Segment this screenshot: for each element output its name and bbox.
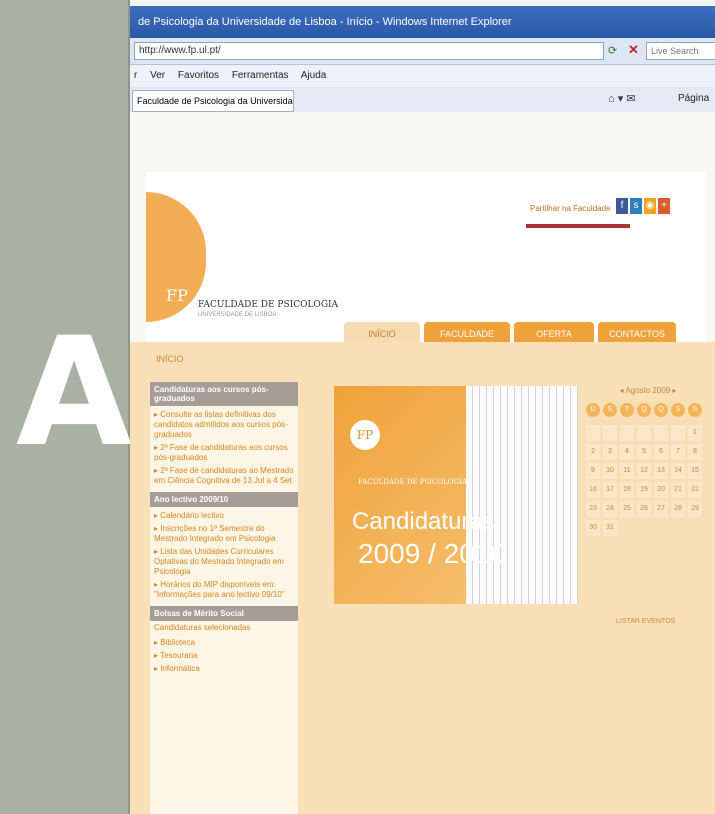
calendar-month: ◂ Agosto 2009 ▸ [619,386,677,395]
calendar-day[interactable]: 14 [671,463,685,479]
calendar-day[interactable]: 19 [637,482,651,498]
sidebar-heading: Candidaturas aos cursos pós-graduados [150,382,298,406]
calendar-day[interactable]: 28 [671,501,685,517]
calendar-weekday: T [620,403,634,417]
calendar-day[interactable]: 12 [637,463,651,479]
calendar-day[interactable]: 8 [688,444,702,460]
calendar-weekday: Q [654,403,668,417]
address-input[interactable]: http://www.fp.ul.pt/ [134,42,604,60]
section-letter: A [15,306,133,480]
sidebar-link[interactable]: 2ª Fase de candidaturas aos cursos pós-g… [154,443,294,463]
browser-tab[interactable]: Faculdade de Psicologia da Universidade … [132,90,294,112]
calendar-day[interactable]: 26 [637,501,651,517]
sidebar-link[interactable]: Candidaturas selecionadas [150,621,298,634]
calendar: ◂ Agosto 2009 ▸ DSTQQSS 1 2 3 4 5 6 7 8 9 10 11 12 1… [586,386,710,625]
share-underline [526,224,630,228]
site-page: FP FACULDADE DE PSICOLOGIA UNIVERSIDADE … [130,172,715,814]
banner-year: 2009 / 2010 [358,538,506,569]
sidebar-heading: Ano lectivo 2009/10 [150,492,298,507]
rss-icon[interactable]: ◉ [644,198,656,214]
calendar-day [671,425,685,441]
logo-subtitle: UNIVERSIDADE DE LISBOA [198,312,277,318]
calendar-day[interactable]: 21 [671,482,685,498]
page-viewport: FP FACULDADE DE PSICOLOGIA UNIVERSIDADE … [130,112,715,814]
menu-item-favorites[interactable]: Favoritos [178,70,219,81]
calendar-day[interactable]: 13 [654,463,668,479]
calendar-day[interactable]: 16 [586,482,600,498]
calendar-day[interactable]: 7 [671,444,685,460]
banner-name: FACULDADE DE PSICOLOGIA [358,478,467,486]
calendar-day[interactable]: 2 [586,444,600,460]
calendar-day[interactable]: 4 [620,444,634,460]
calendar-day [654,425,668,441]
address-bar: http://www.fp.ul.pt/ ⟳ ✕ Live Search [130,38,715,65]
calendar-day [620,425,634,441]
calendar-day [586,425,600,441]
calendar-weekday: S [688,403,702,417]
calendar-day[interactable]: 3 [603,444,617,460]
sidebar-link[interactable]: Informática [154,664,294,674]
sidebar-link[interactable]: Biblioteca [154,638,294,648]
events-link[interactable]: LISTAR EVENTOS [616,618,675,625]
calendar-day[interactable]: 20 [654,482,668,498]
calendar-weekday: S [671,403,685,417]
calendar-day[interactable]: 30 [586,520,600,536]
sidebar: Candidaturas aos cursos pós-graduados Co… [150,382,298,814]
menu-item-help[interactable]: Ajuda [301,70,327,81]
sidebar-link[interactable]: Lista das Unidades Curriculares Optativa… [154,547,294,577]
calendar-day[interactable]: 1 [688,425,702,441]
calendar-weekday: D [586,403,600,417]
logo-mark[interactable]: FP [166,286,188,305]
content-area: INÍCIO Candidaturas aos cursos pós-gradu… [130,342,715,814]
calendar-day[interactable]: 10 [603,463,617,479]
calendar-weekday: S [603,403,617,417]
notebook-image [466,386,578,604]
home-icon[interactable]: ⌂ ▾ ✉ [608,92,636,105]
sidebar-link[interactable]: Tesouraria [154,651,294,661]
menu-bar: r Ver Favoritos Ferramentas Ajuda [130,65,715,87]
calendar-day[interactable]: 6 [654,444,668,460]
breadcrumb[interactable]: INÍCIO [156,354,184,364]
sidebar-heading: Bolsas de Mérito Social [150,606,298,621]
calendar-day[interactable]: 17 [603,482,617,498]
calendar-day[interactable]: 29 [688,501,702,517]
sidebar-link[interactable]: Horários do MIP disponíveis em: "Informa… [154,580,294,600]
calendar-day[interactable]: 15 [688,463,702,479]
calendar-day[interactable]: 31 [603,520,617,536]
sidebar-link[interactable]: Calendário lectivo [154,511,294,521]
share-icon[interactable]: s [630,198,642,214]
calendar-day[interactable]: 18 [620,482,634,498]
calendar-day[interactable]: 9 [586,463,600,479]
search-input[interactable]: Live Search [646,42,715,60]
banner-logo: FP [350,420,380,450]
calendar-day[interactable]: 24 [603,501,617,517]
share-text: Partilhar na Faculdade [530,204,611,213]
calendar-day[interactable]: 27 [654,501,668,517]
calendar-day[interactable]: 25 [620,501,634,517]
candidaturas-banner[interactable]: FP FACULDADE DE PSICOLOGIA Candidaturas … [334,386,578,604]
bookmark-icon[interactable]: + [658,198,670,214]
menu-item-file[interactable]: r [134,70,137,81]
sidebar-link[interactable]: Consulte as listas definitivas dos candi… [154,410,294,440]
calendar-day[interactable]: 11 [620,463,634,479]
calendar-day [603,425,617,441]
calendar-day[interactable]: 23 [586,501,600,517]
menu-item-tools[interactable]: Ferramentas [232,70,289,81]
refresh-icon[interactable]: ⟳ [608,44,617,57]
calendar-day[interactable]: 22 [688,482,702,498]
menu-item-view[interactable]: Ver [150,70,165,81]
browser-window: de Psicologia da Universidade de Lisboa … [130,6,715,814]
page-menu[interactable]: Página [678,93,709,104]
facebook-icon[interactable]: f [616,198,628,214]
tab-bar: Faculdade de Psicologia da Universidade … [130,87,715,114]
banner-title: Candidaturas [352,508,495,535]
window-title: de Psicologia da Universidade de Lisboa … [130,6,715,38]
calendar-day[interactable]: 5 [637,444,651,460]
sidebar-link[interactable]: Inscrições no 1º Semestre do Mestrado In… [154,524,294,544]
sidebar-link[interactable]: 2ª Fase de candidaturas ao Mestrado em C… [154,466,294,486]
calendar-weekday: Q [637,403,651,417]
calendar-day [637,425,651,441]
logo-name[interactable]: FACULDADE DE PSICOLOGIA [198,300,338,310]
stop-icon[interactable]: ✕ [628,42,639,58]
